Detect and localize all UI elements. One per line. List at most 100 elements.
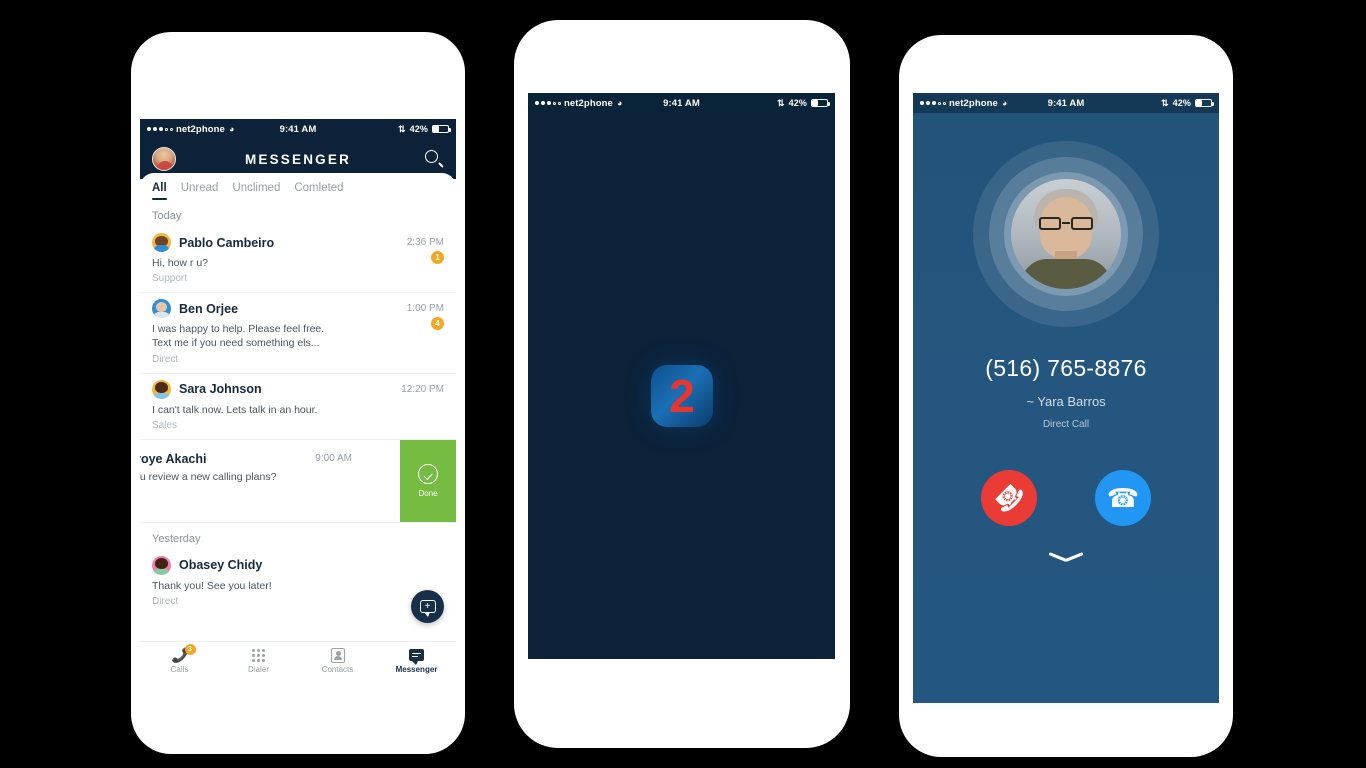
- list-item-swiped[interactable]: voye Akachi 9:00 AM ou review a new call…: [140, 439, 456, 523]
- logo-digit: 2: [669, 370, 695, 422]
- caller-phone-number: (516) 765-8876: [985, 355, 1147, 381]
- wifi-icon: ◕: [1001, 98, 1008, 108]
- tab-dialer[interactable]: Dialer: [219, 647, 298, 674]
- section-header-yesterday: Yesterday: [152, 532, 201, 545]
- messenger-icon: [407, 647, 427, 665]
- tab-label: Contacts: [321, 665, 354, 674]
- tab-calls[interactable]: 📞 3 Calls: [140, 644, 219, 674]
- signal-strength-icon: [920, 101, 946, 105]
- decline-call-button[interactable]: ☎: [981, 470, 1037, 526]
- contact-name: Ben Orjee: [179, 301, 239, 316]
- conversation-tag: Direct: [152, 596, 179, 608]
- tab-label: Calls: [170, 665, 189, 674]
- phone-device-messenger: net2phone ◕ 9:41 AM ⇅ 42% MESSENGER All: [131, 32, 465, 754]
- tab-unclaimed[interactable]: Unclimed: [232, 182, 280, 200]
- avatar: [1011, 179, 1121, 289]
- phone-icon: ☎: [1106, 483, 1140, 513]
- timestamp: 2:36 PM: [406, 237, 444, 248]
- conversation-header: voye Akachi 9:00 AM: [140, 452, 414, 466]
- bluetooth-icon: ⇅: [777, 97, 785, 108]
- bluetooth-icon: ⇅: [1161, 97, 1169, 108]
- battery-percent-label: 42%: [409, 124, 428, 134]
- conversation-tag: Support: [152, 273, 188, 285]
- conversation-tag: Direct: [152, 353, 179, 365]
- battery-icon: [811, 99, 830, 107]
- status-bar: net2phone ◕ 9:41 AM ⇅ 42%: [140, 119, 456, 139]
- check-circle-icon: [418, 463, 438, 484]
- battery-percent-label: 42%: [788, 98, 807, 108]
- contact-name: Sara Johnson: [179, 382, 262, 397]
- calls-badge: 3: [184, 644, 196, 655]
- page-title: MESSENGER: [244, 151, 352, 167]
- call-action-buttons: ☎ ☎: [981, 470, 1151, 526]
- status-bar: net2phone ◕ 9:41 AM ⇅ 42%: [528, 93, 835, 113]
- tab-label: Messenger: [395, 665, 438, 674]
- dialpad-icon: [249, 647, 269, 663]
- list-item[interactable]: Obasey Chidy Thank you! See you later! D…: [140, 549, 456, 616]
- list-item[interactable]: Pablo Cambeiro 2:36 PM Hi, how r u? Supp…: [140, 227, 456, 294]
- swipe-action-done[interactable]: Done: [400, 439, 456, 522]
- call-type-label: Direct Call: [1042, 419, 1090, 430]
- conversation-header: Pablo Cambeiro 2:36 PM: [152, 233, 444, 252]
- status-bar-right: ⇅ 42%: [777, 97, 830, 109]
- conversation-header: Obasey Chidy: [152, 555, 444, 575]
- swipe-action-label: Done: [418, 488, 438, 498]
- timestamp: 9:00 AM: [315, 453, 352, 465]
- caller-avatar-rings: [973, 141, 1159, 327]
- splash-content: 2: [528, 113, 835, 659]
- contact-name: Pablo Cambeiro: [179, 235, 275, 250]
- message-preview: Hi, how r u?: [152, 257, 209, 269]
- avatar[interactable]: [152, 147, 176, 171]
- avatar: [152, 299, 171, 319]
- search-icon[interactable]: [424, 149, 444, 169]
- screenshot-stage: net2phone ◕ 9:41 AM ⇅ 42% MESSENGER All: [0, 0, 1366, 768]
- message-preview: Thank you! See you later!: [152, 579, 272, 592]
- message-preview: ou review a new calling plans?: [140, 470, 277, 483]
- incoming-call-screen: net2phone ◕ 9:41 AM ⇅ 42% (516) 765-8876…: [913, 93, 1219, 703]
- tab-unread[interactable]: Unread: [181, 182, 219, 200]
- net2phone-logo: 2: [650, 365, 713, 427]
- new-message-fab[interactable]: +: [411, 590, 444, 623]
- wifi-icon: ◕: [228, 124, 235, 134]
- avatar: [152, 555, 171, 575]
- carrier-label: net2phone: [949, 97, 998, 109]
- carrier-label: net2phone: [176, 123, 225, 135]
- tab-all[interactable]: All: [152, 182, 167, 200]
- wifi-icon: ◕: [616, 98, 623, 108]
- phone-device-splash: net2phone ◕ 9:41 AM ⇅ 42% 2: [514, 20, 850, 748]
- battery-icon: [432, 125, 451, 133]
- phone-icon: 📞 3: [170, 644, 196, 663]
- bottom-tab-bar: 📞 3 Calls Dialer Contacts Messenger: [140, 641, 456, 679]
- conversation-header: Ben Orjee 1:00 PM: [152, 299, 444, 319]
- phone-device-call: net2phone ◕ 9:41 AM ⇅ 42% (516) 765-8876…: [899, 35, 1233, 757]
- message-preview: I was happy to help. Please feel free. T…: [152, 323, 325, 350]
- conversation-tag: Sales: [152, 419, 178, 431]
- contacts-icon: [328, 647, 348, 663]
- splash-screen: net2phone ◕ 9:41 AM ⇅ 42% 2: [528, 93, 835, 659]
- list-item[interactable]: Sara Johnson 12:20 PM I can't talk now. …: [140, 373, 456, 440]
- tab-messenger[interactable]: Messenger: [377, 647, 456, 674]
- conversation-header: Sara Johnson 12:20 PM: [152, 379, 444, 399]
- timestamp: 1:00 PM: [406, 303, 444, 315]
- list-item[interactable]: Ben Orjee 1:00 PM I was happy to help. P…: [140, 293, 456, 374]
- phone-hangup-icon: ☎: [986, 475, 1032, 521]
- filter-tabs: All Unread Unclimed Comleted: [140, 173, 456, 200]
- status-bar-right: ⇅ 42%: [398, 123, 451, 135]
- timestamp: 12:20 PM: [401, 383, 444, 395]
- battery-icon: [1195, 99, 1214, 107]
- messenger-screen: net2phone ◕ 9:41 AM ⇅ 42% MESSENGER All: [140, 119, 456, 679]
- tab-contacts[interactable]: Contacts: [298, 647, 377, 674]
- unread-badge: 1: [431, 251, 444, 264]
- tab-completed[interactable]: Comleted: [294, 182, 343, 200]
- signal-strength-icon: [535, 101, 561, 105]
- bluetooth-icon: ⇅: [398, 123, 406, 134]
- conversation-list: Today Pablo Cambeiro 2:36 PM Hi, how r u…: [140, 200, 456, 616]
- contact-name: voye Akachi: [140, 451, 207, 466]
- caller-name: ~ Yara Barros: [1026, 394, 1106, 409]
- signal-strength-icon: [147, 127, 173, 131]
- accept-call-button[interactable]: ☎: [1095, 470, 1151, 526]
- carrier-label: net2phone: [564, 97, 613, 109]
- swiped-content: voye Akachi 9:00 AM ou review a new call…: [140, 446, 426, 514]
- status-bar-right: ⇅ 42%: [1161, 97, 1214, 109]
- chevron-down-icon[interactable]: [1049, 550, 1083, 564]
